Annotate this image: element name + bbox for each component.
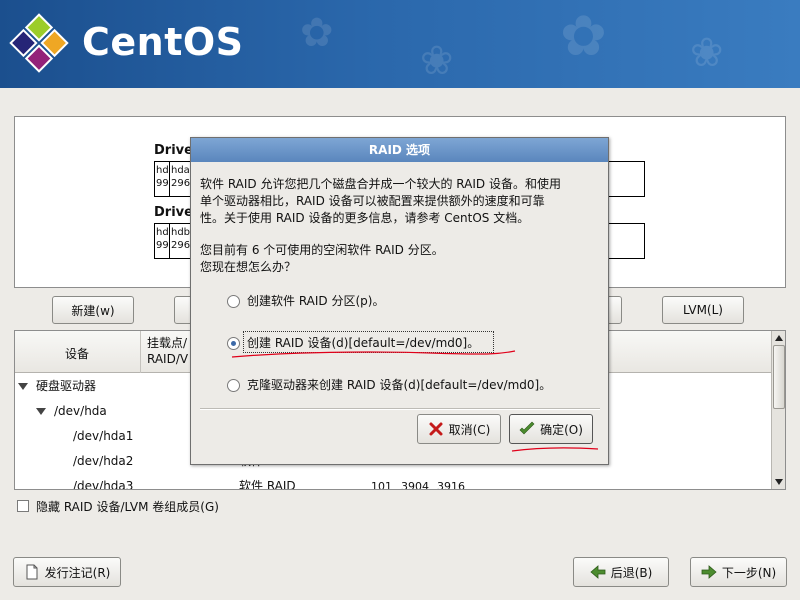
tree-scrollbar[interactable] bbox=[771, 331, 785, 489]
hide-raid-checkbox[interactable] bbox=[17, 500, 29, 512]
radio-label: 克隆驱动器来创建 RAID 设备(d)[default=/dev/md0]。 bbox=[247, 378, 552, 392]
dialog-status: 您目前有 6 个可使用的空闲软件 RAID 分区。 您现在想怎么办？ bbox=[200, 243, 444, 274]
cancel-label: 取消(C) bbox=[448, 422, 491, 437]
column-device-label: 设备 bbox=[65, 347, 90, 361]
release-notes-button[interactable]: 发行注记(R) bbox=[13, 557, 121, 587]
expander-icon[interactable] bbox=[36, 408, 46, 415]
decor-flower-icon: ✿ bbox=[560, 4, 607, 69]
radio-create-raid-device[interactable] bbox=[227, 337, 240, 350]
centos-logo-icon bbox=[9, 13, 69, 73]
next-label: 下一步(N) bbox=[721, 565, 777, 580]
tree-row-type: 软件 RAID bbox=[239, 479, 296, 490]
radio-label: 创建软件 RAID 分区(p)。 bbox=[247, 294, 385, 308]
decor-flower-icon: ❀ bbox=[420, 38, 454, 84]
hide-raid-label: 隐藏 RAID 设备/LVM 卷组成员(G) bbox=[36, 500, 219, 514]
tree-row-start: 3904 bbox=[401, 480, 429, 490]
release-notes-label: 发行注记(R) bbox=[44, 565, 111, 580]
cancel-button[interactable]: 取消(C) bbox=[417, 414, 501, 444]
checkmark-icon bbox=[519, 421, 535, 435]
back-button[interactable]: 后退(B) bbox=[573, 557, 669, 587]
ok-label: 确定(O) bbox=[540, 422, 583, 437]
tree-row-label: 硬盘驱动器 bbox=[36, 379, 97, 393]
drive-label: Drive bbox=[154, 143, 193, 158]
expander-icon[interactable] bbox=[18, 383, 28, 390]
close-icon bbox=[429, 422, 443, 436]
decor-flower-icon: ✿ bbox=[300, 10, 334, 56]
tree-row-end: 3916 bbox=[437, 480, 465, 490]
column-mount-label: 挂载点/ RAID/V bbox=[147, 336, 189, 366]
dialog-title: RAID 选项 bbox=[191, 138, 608, 162]
radio-clone-drive[interactable] bbox=[227, 379, 240, 392]
lvm-button[interactable]: LVM(L) bbox=[662, 296, 744, 324]
column-header-device[interactable]: 设备 bbox=[15, 331, 141, 373]
scroll-thumb[interactable] bbox=[773, 345, 785, 409]
document-icon bbox=[26, 564, 38, 580]
drive-label: Drive bbox=[154, 205, 193, 220]
tree-row-label: /dev/hda1 bbox=[73, 429, 134, 443]
lvm-button-label: LVM(L) bbox=[683, 303, 723, 317]
raid-options-dialog: RAID 选项 软件 RAID 允许您把几个磁盘合并成一个较大的 RAID 设备… bbox=[190, 137, 609, 465]
dialog-separator bbox=[200, 408, 600, 410]
tree-row-label: /dev/hda3 bbox=[73, 479, 134, 490]
scroll-up-icon[interactable] bbox=[775, 335, 783, 341]
dialog-description: 软件 RAID 允许您把几个磁盘合并成一个较大的 RAID 设备。和使用 单个驱… bbox=[200, 177, 561, 225]
new-button-label: 新建(w) bbox=[71, 303, 115, 318]
tree-row[interactable]: /dev/hda3 软件 RAID 101 3904 3916 bbox=[15, 474, 771, 490]
new-button[interactable]: 新建(w) bbox=[52, 296, 134, 324]
ok-button[interactable]: 确定(O) bbox=[509, 414, 593, 444]
decor-flower-icon: ❀ bbox=[690, 30, 724, 76]
brand-name: CentOS bbox=[82, 20, 244, 64]
drive-segment[interactable]: hd 99 bbox=[155, 162, 170, 196]
drive-segment[interactable]: hd 99 bbox=[155, 224, 170, 258]
next-button[interactable]: 下一步(N) bbox=[690, 557, 787, 587]
arrow-right-icon bbox=[701, 565, 717, 579]
tree-row-label: /dev/hda2 bbox=[73, 454, 134, 468]
scroll-down-icon[interactable] bbox=[775, 479, 783, 485]
tree-row-label: /dev/hda bbox=[54, 404, 107, 418]
header-banner: ✿ ❀ ✿ ❀ CentOS bbox=[0, 0, 800, 88]
arrow-left-icon bbox=[590, 565, 606, 579]
radio-create-raid-partition[interactable] bbox=[227, 295, 240, 308]
back-label: 后退(B) bbox=[610, 565, 653, 580]
tree-row-size: 101 bbox=[371, 480, 392, 490]
radio-label: 创建 RAID 设备(d)[default=/dev/md0]。 bbox=[247, 336, 480, 350]
